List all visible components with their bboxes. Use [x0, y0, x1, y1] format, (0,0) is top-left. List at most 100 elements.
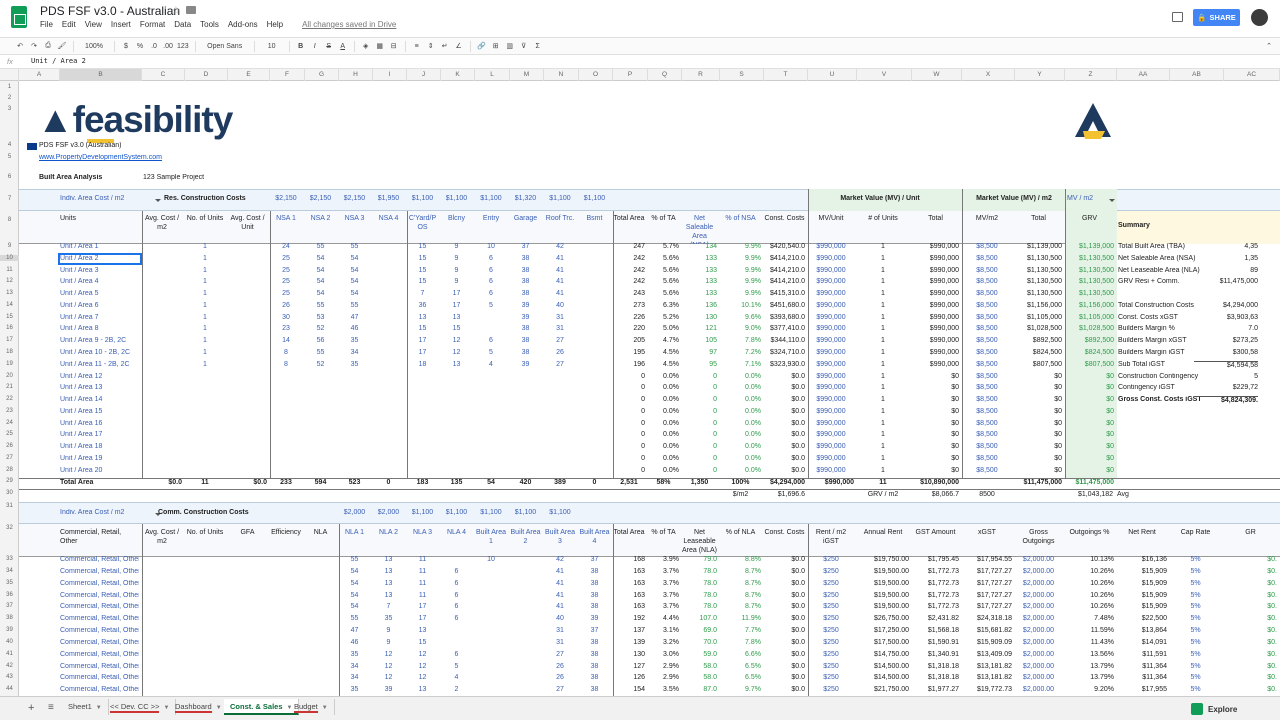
comm-cell-u44[interactable]: $250 — [808, 686, 854, 693]
res-cell-w23[interactable]: $0 — [912, 408, 959, 415]
res-cell-z14[interactable]: $1,156,000 — [1065, 302, 1114, 309]
res-cell-f9[interactable]: 24 — [270, 243, 302, 250]
comm-cell-n36[interactable]: 41 — [544, 592, 576, 599]
res-cell-b24[interactable]: Unit / Area 16 — [60, 420, 139, 427]
res-cell-r17[interactable]: 105 — [682, 337, 717, 344]
comm-cell-z35[interactable]: 10.26% — [1065, 580, 1114, 587]
comm-cell-p41[interactable]: 130 — [613, 651, 645, 658]
comm-cell-p35[interactable]: 163 — [613, 580, 645, 587]
fill-color-icon[interactable]: ◈ — [359, 42, 373, 50]
res-cell-v10[interactable]: 1 — [857, 255, 909, 262]
res-cell-j10[interactable]: 15 — [407, 255, 438, 262]
row-header-3[interactable]: 3 — [0, 106, 19, 112]
res-cell-s14[interactable]: 10.1% — [720, 302, 761, 309]
res-cell-d16[interactable]: 1 — [185, 325, 225, 332]
comm-cell-y42[interactable]: $2,000.00 — [1015, 663, 1062, 670]
folder-icon[interactable] — [186, 6, 196, 14]
comm-cell-o37[interactable]: 38 — [579, 603, 610, 610]
comm-cell-s34[interactable]: 8.7% — [720, 568, 761, 575]
res-cell-s17[interactable]: 7.8% — [720, 337, 761, 344]
comm-cell-p42[interactable]: 127 — [613, 663, 645, 670]
comm-cell-ac35[interactable]: $0. — [1224, 580, 1277, 587]
undo-icon[interactable]: ↶ — [13, 42, 27, 50]
comm-cell-i37[interactable]: 7 — [373, 603, 404, 610]
res-cell-p23[interactable]: 0 — [613, 408, 645, 415]
comm-cell-n42[interactable]: 26 — [544, 663, 576, 670]
res-cell-b12[interactable]: Unit / Area 4 — [60, 278, 139, 285]
res-cell-x22[interactable]: $8,500 — [962, 396, 1012, 403]
comm-cell-y33[interactable]: $2,000.00 — [1015, 556, 1062, 563]
res-cell-l13[interactable]: 6 — [475, 290, 507, 297]
comm-cell-o38[interactable]: 39 — [579, 615, 610, 622]
comm-cell-h39[interactable]: 47 — [339, 627, 370, 634]
res-cell-r25[interactable]: 0 — [682, 431, 717, 438]
row-header-25[interactable]: 25 — [0, 431, 19, 437]
comm-cell-h38[interactable]: 55 — [339, 615, 370, 622]
comm-cell-q41[interactable]: 3.0% — [648, 651, 679, 658]
res-cell-s24[interactable]: 0.0% — [720, 420, 761, 427]
comm-rate-l[interactable]: $1,100 — [475, 509, 507, 516]
res-cell-q12[interactable]: 5.6% — [648, 278, 679, 285]
res-cell-k13[interactable]: 17 — [441, 290, 472, 297]
res-cell-t21[interactable]: $0.0 — [764, 384, 805, 391]
res-cell-f12[interactable]: 25 — [270, 278, 302, 285]
res-cell-v9[interactable]: 1 — [857, 243, 909, 250]
comm-cell-aa37[interactable]: $15,909 — [1117, 603, 1167, 610]
comm-cell-v38[interactable]: $26,750.00 — [857, 615, 909, 622]
res-cell-z11[interactable]: $1,130,500 — [1065, 267, 1114, 274]
row-header-32[interactable]: 32 — [0, 525, 19, 531]
res-cell-h16[interactable]: 46 — [339, 325, 370, 332]
comm-cell-s43[interactable]: 6.5% — [720, 674, 761, 681]
res-cell-q15[interactable]: 5.2% — [648, 314, 679, 321]
comm-cell-p34[interactable]: 163 — [613, 568, 645, 575]
comm-cell-y38[interactable]: $2,000.00 — [1015, 615, 1062, 622]
res-cell-z20[interactable]: $0 — [1065, 373, 1114, 380]
comm-cell-w37[interactable]: $1,772.73 — [912, 603, 959, 610]
comm-cell-y40[interactable]: $2,000.00 — [1015, 639, 1062, 646]
row-header-24[interactable]: 24 — [0, 420, 19, 426]
comm-cell-s35[interactable]: 8.7% — [720, 580, 761, 587]
res-cell-f13[interactable]: 25 — [270, 290, 302, 297]
res-cell-u25[interactable]: $990,000 — [808, 431, 854, 438]
row-header-14[interactable]: 14 — [0, 302, 19, 308]
comm-rate-i[interactable]: $2,000 — [373, 509, 404, 516]
comm-cell-ac39[interactable]: $0. — [1224, 627, 1277, 634]
res-cell-v15[interactable]: 1 — [857, 314, 909, 321]
comm-cell-j44[interactable]: 13 — [407, 686, 438, 693]
res-cell-g18[interactable]: 55 — [305, 349, 336, 356]
comm-cell-u35[interactable]: $250 — [808, 580, 854, 587]
save-status[interactable]: All changes saved in Drive — [302, 20, 396, 29]
tab-dashboard[interactable]: Dashboard ▼ — [169, 699, 229, 715]
comm-cell-ac41[interactable]: $0. — [1224, 651, 1277, 658]
row-header-40[interactable]: 40 — [0, 639, 19, 645]
comm-cell-ab39[interactable]: 5% — [1170, 627, 1221, 634]
comm-cell-n33[interactable]: 42 — [544, 556, 576, 563]
res-cell-x11[interactable]: $8,500 — [962, 267, 1012, 274]
comm-cell-z43[interactable]: 13.79% — [1065, 674, 1114, 681]
res-cell-u21[interactable]: $990,000 — [808, 384, 854, 391]
res-cell-t16[interactable]: $377,410.0 — [764, 325, 805, 332]
comm-cell-w44[interactable]: $1,977.27 — [912, 686, 959, 693]
comm-cell-aa35[interactable]: $15,909 — [1117, 580, 1167, 587]
comm-cell-b36[interactable]: Commercial, Retail, Other 4 — [60, 592, 139, 599]
res-cell-k17[interactable]: 12 — [441, 337, 472, 344]
comm-cell-i41[interactable]: 12 — [373, 651, 404, 658]
menu-item-view[interactable]: View — [85, 20, 102, 29]
res-cell-q27[interactable]: 0.0% — [648, 455, 679, 462]
res-cell-x18[interactable]: $8,500 — [962, 349, 1012, 356]
res-cell-h19[interactable]: 35 — [339, 361, 370, 368]
comm-cell-i43[interactable]: 12 — [373, 674, 404, 681]
res-cell-k15[interactable]: 13 — [441, 314, 472, 321]
row-header-15[interactable]: 15 — [0, 314, 19, 320]
res-cell-q11[interactable]: 5.6% — [648, 267, 679, 274]
comm-cell-t38[interactable]: $0.0 — [764, 615, 805, 622]
comm-cell-q35[interactable]: 3.7% — [648, 580, 679, 587]
res-cell-p25[interactable]: 0 — [613, 431, 645, 438]
comm-cell-b33[interactable]: Commercial, Retail, Other 1 — [60, 556, 139, 563]
res-cell-s22[interactable]: 0.0% — [720, 396, 761, 403]
res-cell-s21[interactable]: 0.0% — [720, 384, 761, 391]
res-cell-w17[interactable]: $990,000 — [912, 337, 959, 344]
comm-cell-h43[interactable]: 34 — [339, 674, 370, 681]
res-cell-h14[interactable]: 55 — [339, 302, 370, 309]
res-cell-q21[interactable]: 0.0% — [648, 384, 679, 391]
